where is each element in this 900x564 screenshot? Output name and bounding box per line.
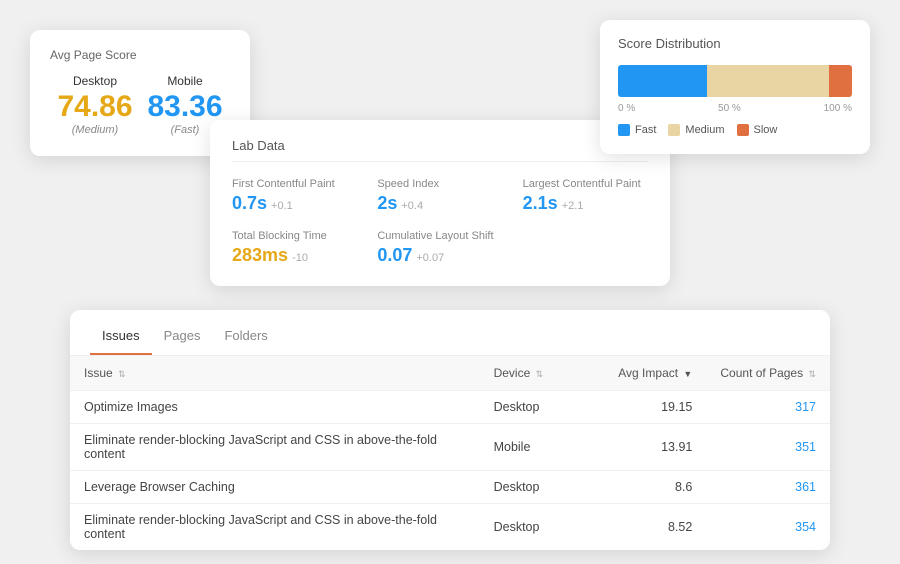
bar-axis-labels: 0 % 50 % 100 %: [618, 103, 852, 114]
score-dist-title: Score Distribution: [618, 36, 852, 51]
tab-issues[interactable]: Issues: [90, 324, 152, 355]
mobile-label: Mobile: [147, 74, 222, 88]
issues-table: Issue ⇅ Device ⇅ Avg Impact ▼ Count of P…: [70, 356, 830, 550]
lab-metric-0: First Contentful Paint 0.7s+0.1: [232, 178, 357, 214]
legend-fast-label: Fast: [635, 124, 656, 136]
legend-medium-dot: [668, 124, 680, 136]
cell-device-1: Mobile: [480, 424, 593, 471]
lab-metric-value-1: 2s+0.4: [377, 193, 502, 214]
legend: Fast Medium Slow: [618, 124, 852, 136]
lab-metric-label-0: First Contentful Paint: [232, 178, 357, 190]
mobile-value: 83.36: [147, 92, 222, 122]
sort-icon-impact: ▼: [683, 369, 692, 379]
cell-device-3: Desktop: [480, 504, 593, 551]
tabs-row: Issues Pages Folders: [70, 310, 830, 356]
cell-impact-1: 13.91: [593, 424, 707, 471]
sort-icon-device: ⇅: [536, 369, 544, 379]
col-header-issue: Issue ⇅: [70, 356, 480, 391]
lab-metric-3: Total Blocking Time 283ms-10: [232, 230, 357, 266]
lab-metric-label-4: Cumulative Layout Shift: [377, 230, 502, 242]
bar-slow: [829, 65, 852, 97]
col-header-impact: Avg Impact ▼: [593, 356, 707, 391]
score-dist-card: Score Distribution 0 % 50 % 100 % Fast M…: [600, 20, 870, 154]
table-row: Optimize Images Desktop 19.15 317: [70, 391, 830, 424]
legend-medium-label: Medium: [685, 124, 724, 136]
cell-pages-0: 317: [706, 391, 830, 424]
desktop-label: Desktop: [57, 74, 132, 88]
desktop-sub: (Medium): [57, 124, 132, 136]
cell-device-0: Desktop: [480, 391, 593, 424]
lab-metric-label-3: Total Blocking Time: [232, 230, 357, 242]
table-row: Eliminate render-blocking JavaScript and…: [70, 424, 830, 471]
cell-impact-0: 19.15: [593, 391, 707, 424]
cell-impact-2: 8.6: [593, 471, 707, 504]
cell-impact-3: 8.52: [593, 504, 707, 551]
lab-metric-value-3: 283ms-10: [232, 245, 357, 266]
lab-metric-2: Largest Contentful Paint 2.1s+2.1: [523, 178, 648, 214]
cell-device-2: Desktop: [480, 471, 593, 504]
stacked-bar: [618, 65, 852, 97]
cell-issue-0: Optimize Images: [70, 391, 480, 424]
cell-pages-2: 361: [706, 471, 830, 504]
legend-slow-dot: [737, 124, 749, 136]
col-header-device: Device ⇅: [480, 356, 593, 391]
bar-medium: [707, 65, 829, 97]
table-row: Leverage Browser Caching Desktop 8.6 361: [70, 471, 830, 504]
legend-fast: Fast: [618, 124, 656, 136]
lab-metric-value-2: 2.1s+2.1: [523, 193, 648, 214]
sort-icon-issue: ⇅: [118, 369, 126, 379]
legend-slow-label: Slow: [754, 124, 778, 136]
avg-score-title: Avg Page Score: [50, 48, 230, 62]
legend-fast-dot: [618, 124, 630, 136]
lab-metric-value-4: 0.07+0.07: [377, 245, 502, 266]
desktop-score-col: Desktop 74.86 (Medium): [57, 74, 132, 136]
col-header-pages: Count of Pages ⇅: [706, 356, 830, 391]
lab-metric-label-2: Largest Contentful Paint: [523, 178, 648, 190]
bar-chart-container: 0 % 50 % 100 %: [618, 65, 852, 114]
cell-pages-3: 354: [706, 504, 830, 551]
lab-metric-value-0: 0.7s+0.1: [232, 193, 357, 214]
tab-folders[interactable]: Folders: [212, 324, 279, 355]
table-row: Eliminate render-blocking JavaScript and…: [70, 504, 830, 551]
lab-data-title: Lab Data: [232, 138, 648, 162]
lab-metric-label-1: Speed Index: [377, 178, 502, 190]
lab-metric-1: Speed Index 2s+0.4: [377, 178, 502, 214]
cell-issue-3: Eliminate render-blocking JavaScript and…: [70, 504, 480, 551]
lab-metrics-grid: First Contentful Paint 0.7s+0.1 Speed In…: [232, 178, 648, 266]
legend-medium: Medium: [668, 124, 724, 136]
sort-icon-pages: ⇅: [808, 369, 816, 379]
lab-metric-4: Cumulative Layout Shift 0.07+0.07: [377, 230, 502, 266]
cell-pages-1: 351: [706, 424, 830, 471]
legend-slow: Slow: [737, 124, 778, 136]
tab-pages[interactable]: Pages: [152, 324, 213, 355]
issues-card: Issues Pages Folders Issue ⇅ Device ⇅ Av…: [70, 310, 830, 550]
bar-fast: [618, 65, 707, 97]
cell-issue-1: Eliminate render-blocking JavaScript and…: [70, 424, 480, 471]
desktop-value: 74.86: [57, 92, 132, 122]
cell-issue-2: Leverage Browser Caching: [70, 471, 480, 504]
